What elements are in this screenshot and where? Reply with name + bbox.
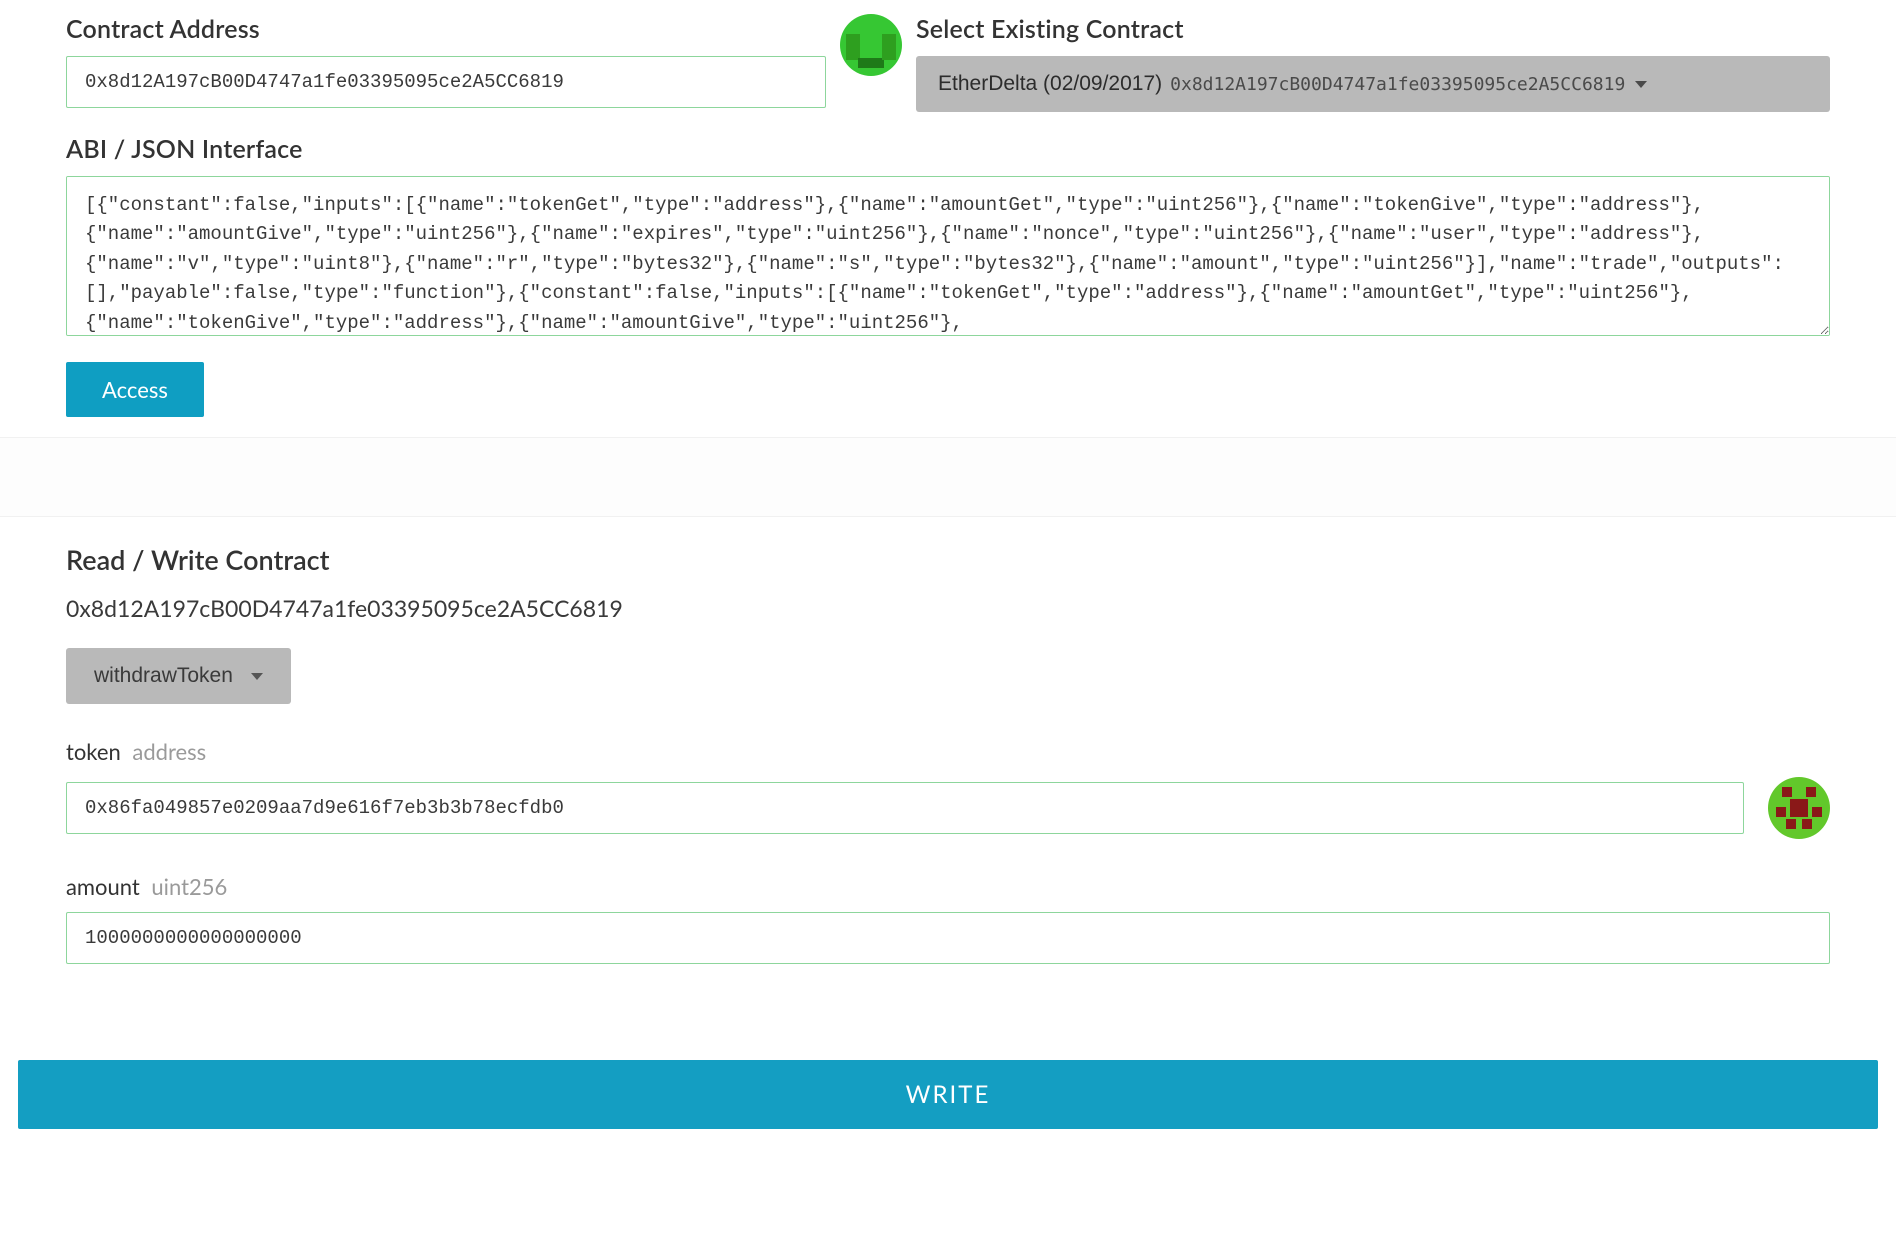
caret-down-icon bbox=[251, 673, 263, 680]
access-button[interactable]: Access bbox=[66, 362, 204, 417]
select-existing-name: EtherDelta (02/09/2017) bbox=[938, 72, 1162, 96]
abi-label: ABI / JSON Interface bbox=[66, 134, 1830, 164]
select-existing-dropdown[interactable]: EtherDelta (02/09/2017) 0x8d12A197cB00D4… bbox=[916, 56, 1830, 112]
contract-address-label: Contract Address bbox=[66, 14, 826, 44]
function-dropdown[interactable]: withdrawToken bbox=[66, 648, 291, 704]
abi-textarea[interactable] bbox=[66, 176, 1830, 336]
param-token-type: address bbox=[132, 738, 206, 765]
rw-contract-address: 0x8d12A197cB00D4747a1fe03395095ce2A5CC68… bbox=[66, 594, 1830, 622]
param-token-label: token bbox=[66, 738, 121, 765]
write-button[interactable]: WRITE bbox=[18, 1060, 1878, 1129]
select-existing-label: Select Existing Contract bbox=[916, 14, 1830, 44]
rw-title: Read / Write Contract bbox=[66, 543, 1830, 576]
param-amount: amount uint256 bbox=[66, 873, 1830, 964]
contract-identicon-icon bbox=[840, 14, 902, 76]
param-token: token address bbox=[66, 738, 1830, 839]
param-amount-type: uint256 bbox=[151, 873, 227, 900]
select-existing-addr: 0x8d12A197cB00D4747a1fe03395095ce2A5CC68… bbox=[1170, 74, 1625, 95]
param-token-input[interactable] bbox=[66, 782, 1744, 834]
param-amount-label: amount bbox=[66, 873, 140, 900]
caret-down-icon bbox=[1635, 81, 1647, 88]
token-identicon-icon bbox=[1768, 777, 1830, 839]
contract-address-input[interactable] bbox=[66, 56, 826, 108]
function-selected-label: withdrawToken bbox=[94, 664, 233, 688]
read-write-section: Read / Write Contract 0x8d12A197cB00D474… bbox=[0, 517, 1896, 1004]
section-divider bbox=[0, 437, 1896, 517]
contract-access-section: Contract Address Select Existing Contrac… bbox=[0, 0, 1896, 437]
param-amount-input[interactable] bbox=[66, 912, 1830, 964]
